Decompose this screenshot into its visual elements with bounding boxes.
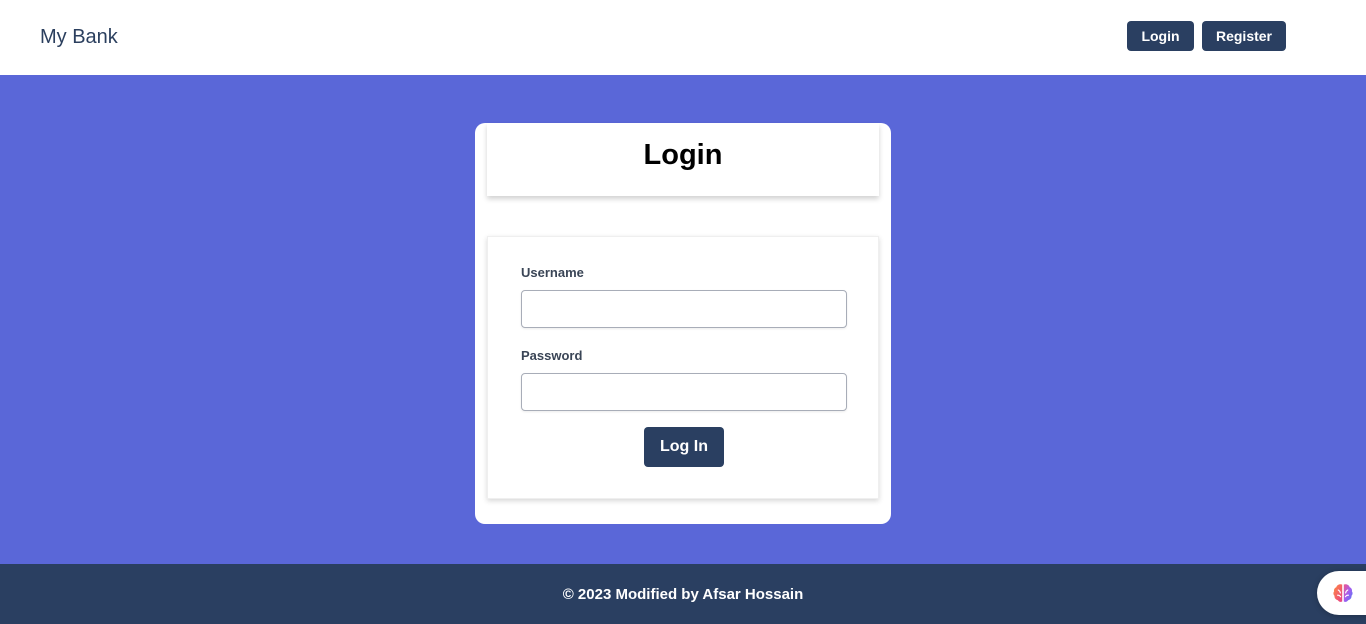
assistant-widget-button[interactable] [1317,571,1366,615]
navbar: My Bank Login Register [0,0,1366,75]
log-in-button[interactable]: Log In [644,427,724,467]
footer: © 2023 Modified by Afsar Hossain [0,564,1366,624]
nav-login-button[interactable]: Login [1127,21,1194,51]
nav-register-button[interactable]: Register [1202,21,1286,51]
password-label: Password [521,348,583,363]
login-card: Login Username Password Log In [475,123,891,524]
brain-icon [1333,584,1353,602]
footer-copyright: © 2023 Modified by Afsar Hossain [562,585,804,603]
login-form: Username Password Log In [487,236,879,499]
main-section: Login Username Password Log In [0,75,1366,564]
login-title: Login [643,139,723,171]
brand-name[interactable]: My Bank [40,25,118,49]
password-input[interactable] [521,373,847,411]
username-input[interactable] [521,290,847,328]
login-card-header: Login [487,123,879,196]
username-label: Username [521,265,584,280]
